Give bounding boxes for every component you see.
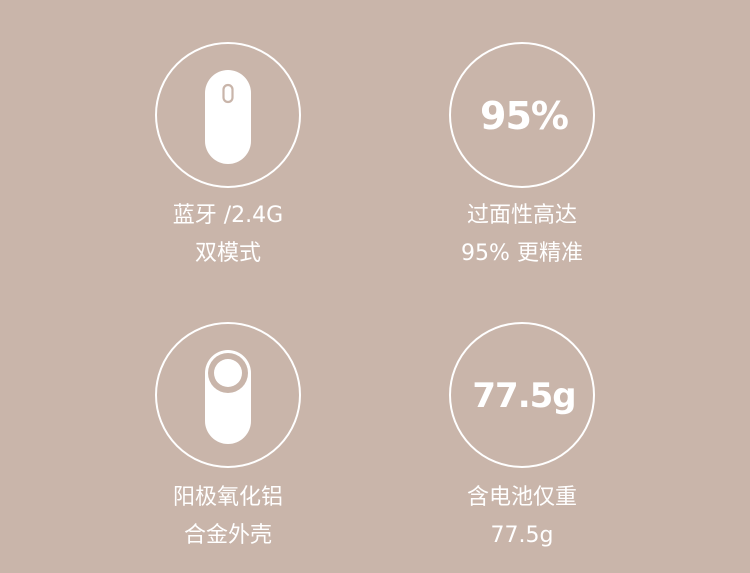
weight-badge: 77.5g xyxy=(449,322,595,468)
surface-coverage-label-line1: 过面性高达 xyxy=(466,203,577,228)
surface-coverage-label-line2: 95% 更精准 xyxy=(461,241,583,266)
feature-grid: 蓝牙 /2.4G 双模式 95% 过面性高达 95% 更精准 阳极氧化铝 合金外… xyxy=(0,0,750,573)
aluminum-shell-label-line1: 阳极氧化铝 xyxy=(172,485,283,510)
weight-value: 77.5g xyxy=(472,376,576,416)
weight-label-line1: 含电池仅重 xyxy=(466,485,577,510)
dual-mode-label-line1: 蓝牙 /2.4G xyxy=(172,203,284,228)
aluminum-shell-badge xyxy=(155,322,301,468)
aluminum-shell-icon xyxy=(205,350,251,444)
surface-coverage-value: 95% xyxy=(480,94,569,138)
dual-mode-label-line2: 双模式 xyxy=(194,241,261,266)
aluminum-shell-label-line2: 合金外壳 xyxy=(183,523,272,548)
mouse-icon xyxy=(205,70,251,164)
surface-coverage-badge: 95% xyxy=(449,42,595,188)
dual-mode-badge xyxy=(155,42,301,188)
weight-label-line2: 77.5g xyxy=(490,523,554,548)
